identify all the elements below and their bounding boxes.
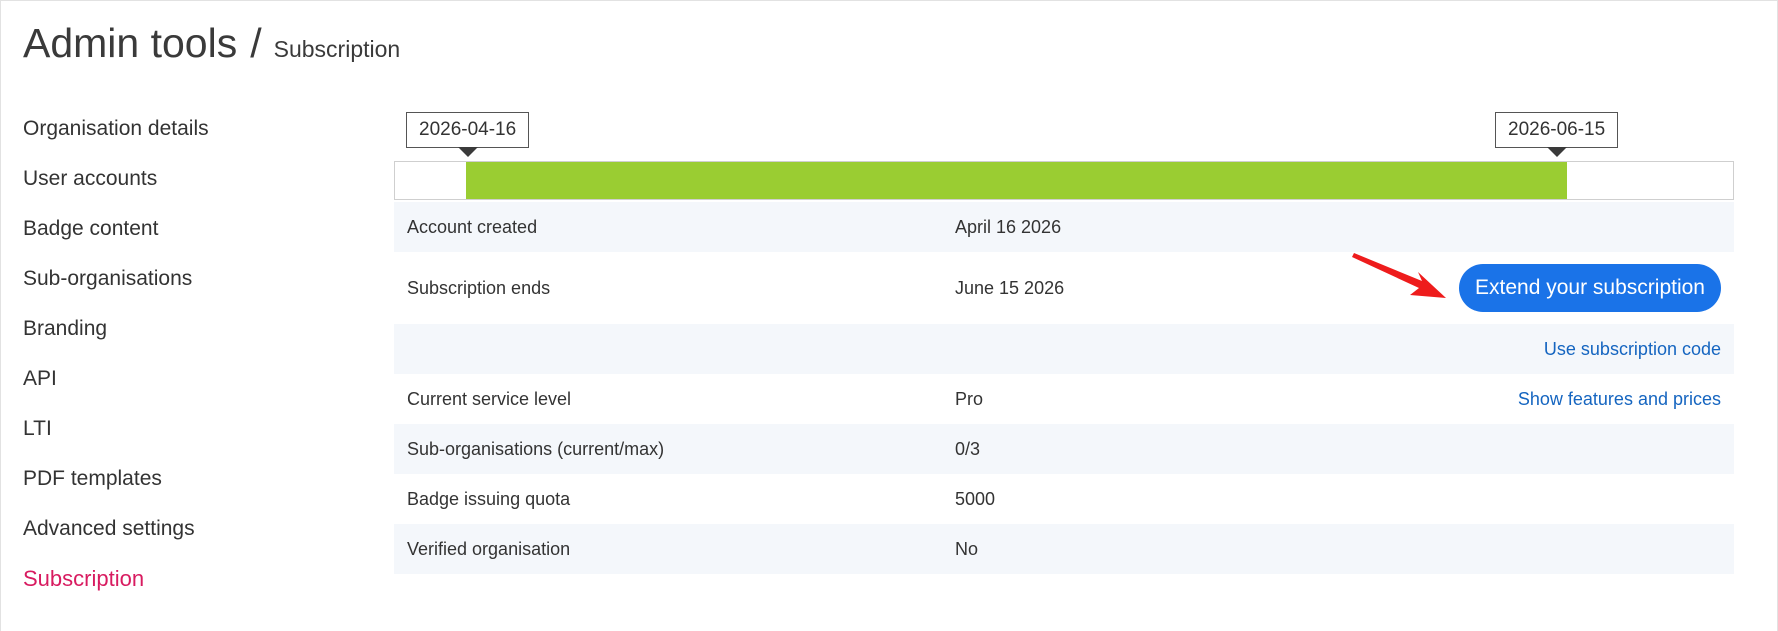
verified-organisation-label: Verified organisation [407,538,571,559]
service-level-label: Current service level [407,388,572,409]
row-service-level: Current service level Pro Show features … [394,374,1734,424]
page-title: Admin tools / Subscription [23,20,400,67]
sidebar-item-subscription[interactable]: Subscription [23,562,353,612]
sidebar-item-lti[interactable]: LTI [23,412,353,462]
sub-organisations-label: Sub-organisations (current/max) [407,438,665,459]
sidebar-item-organisation-details[interactable]: Organisation details [23,112,353,162]
timeline-end-date: 2026-06-15 [1508,119,1606,140]
row-verified-organisation: Verified organisation No [394,524,1734,574]
timeline-end-tag: 2026-06-15 [1495,112,1619,157]
timeline-end-pointer [1546,147,1567,157]
sidebar-item-sub-organisations[interactable]: Sub-organisations [23,262,353,312]
row-subscription-ends: Subscription ends June 15 2026 Extend yo… [394,252,1734,324]
sidebar-item-advanced-settings[interactable]: Advanced settings [23,512,353,562]
page-title-sub: Subscription [273,36,401,62]
sidebar-item-branding[interactable]: Branding [23,312,353,362]
timeline-bar-fill [466,162,1567,199]
issuing-quota-label: Badge issuing quota [407,488,571,509]
issuing-quota-value: 5000 [955,488,996,509]
timeline-start-tag: 2026-04-16 [406,112,530,157]
account-created-label: Account created [407,216,538,237]
page-title-main: Admin tools [23,20,238,66]
subscription-ends-label: Subscription ends [407,277,551,298]
timeline-start-pointer [457,147,478,157]
use-subscription-code-link[interactable]: Use subscription code [1544,339,1721,360]
sidebar-item-badge-content[interactable]: Badge content [23,212,353,262]
sidebar-item-api[interactable]: API [23,362,353,412]
timeline-bar-track [394,161,1734,200]
subscription-details-table: Account created April 16 2026 Subscripti… [394,202,1734,574]
account-created-value: April 16 2026 [955,216,1062,237]
row-subscription-code: Use subscription code [394,324,1734,374]
row-sub-organisations: Sub-organisations (current/max) 0/3 [394,424,1734,474]
extend-subscription-button[interactable]: Extend your subscription [1459,264,1721,312]
red-arrow-icon [1352,253,1446,298]
breadcrumb-separator: / [250,20,262,66]
sidebar-item-user-accounts[interactable]: User accounts [23,162,353,212]
verified-organisation-value: No [955,538,979,559]
subscription-timeline: 2026-04-16 2026-06-15 [394,112,1734,202]
timeline-start-date: 2026-04-16 [419,119,517,140]
row-issuing-quota: Badge issuing quota 5000 [394,474,1734,524]
red-arrow-shape [1352,253,1446,298]
service-level-value: Pro [955,388,984,409]
sidebar-nav: Organisation details User accounts Badge… [23,112,353,612]
sidebar-item-pdf-templates[interactable]: PDF templates [23,462,353,512]
sub-organisations-value: 0/3 [955,438,981,459]
row-account-created: Account created April 16 2026 [394,202,1734,252]
main-content: 2026-04-16 2026-06-15 Account created Ap… [394,112,1734,574]
show-features-link[interactable]: Show features and prices [1518,389,1721,410]
